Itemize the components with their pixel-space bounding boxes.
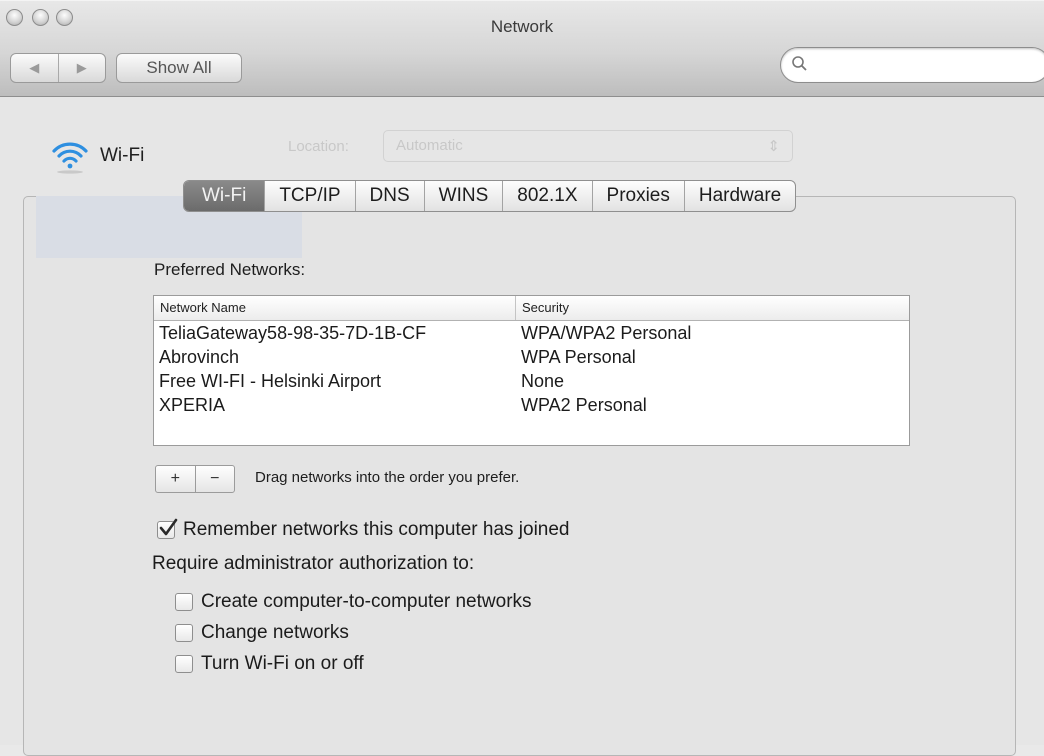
updown-arrows-icon: ⇕ <box>767 138 780 155</box>
table-row[interactable]: TeliaGateway58-98-35-7D-1B-CF WPA/WPA2 P… <box>154 321 909 345</box>
admin-option-toggle-wifi[interactable]: Turn Wi-Fi on or off <box>175 653 364 675</box>
toggle-wifi-label: Turn Wi-Fi on or off <box>201 653 364 674</box>
search-field[interactable] <box>780 47 1044 83</box>
tab-tcpip[interactable]: TCP/IP <box>264 181 354 211</box>
tab-bar: Wi-Fi TCP/IP DNS WINS 802.1X Proxies Har… <box>183 180 797 212</box>
security-cell: WPA/WPA2 Personal <box>521 322 692 343</box>
table-row[interactable]: XPERIA WPA2 Personal <box>154 393 909 417</box>
show-all-button[interactable]: Show All <box>116 53 242 83</box>
remember-networks-option[interactable]: Remember networks this computer has join… <box>157 518 570 541</box>
drag-hint-text: Drag networks into the order you prefer. <box>255 469 520 486</box>
admin-option-create-networks[interactable]: Create computer-to-computer networks <box>175 591 532 613</box>
require-admin-label: Require administrator authorization to: <box>152 553 475 574</box>
wifi-icon <box>52 142 88 174</box>
tab-proxies[interactable]: Proxies <box>591 181 684 211</box>
add-network-button[interactable]: + <box>156 466 195 492</box>
admin-option-change-networks[interactable]: Change networks <box>175 622 349 644</box>
window-toolbar: Network ◀ ▶ Show All <box>0 0 1044 97</box>
change-networks-label: Change networks <box>201 622 349 643</box>
toggle-wifi-checkbox[interactable] <box>175 655 193 673</box>
add-remove-control: + − <box>155 465 235 493</box>
column-header-network-name[interactable]: Network Name <box>154 296 516 320</box>
security-cell: WPA Personal <box>521 346 636 367</box>
remove-network-button[interactable]: − <box>194 466 235 492</box>
location-value: Automatic <box>396 137 463 154</box>
tab-wins[interactable]: WINS <box>423 181 503 211</box>
tab-wifi[interactable]: Wi-Fi <box>184 181 265 211</box>
change-networks-checkbox[interactable] <box>175 624 193 642</box>
location-label: Location: <box>288 138 349 155</box>
network-name-cell: Free WI-FI - Helsinki Airport <box>159 370 382 391</box>
chevron-left-icon: ◀ <box>29 60 40 75</box>
location-select[interactable]: Automatic ⇕ <box>383 130 793 162</box>
chevron-right-icon: ▶ <box>76 60 87 75</box>
table-row[interactable]: Free WI-FI - Helsinki Airport None <box>154 369 909 393</box>
search-icon <box>792 56 807 71</box>
back-button[interactable]: ◀ <box>11 54 58 82</box>
forward-button[interactable]: ▶ <box>57 54 106 82</box>
table-header: Network Name Security <box>154 296 909 321</box>
back-forward-control: ◀ ▶ <box>10 53 106 83</box>
table-row[interactable]: Abrovinch WPA Personal <box>154 345 909 369</box>
tab-dns[interactable]: DNS <box>354 181 424 211</box>
remember-networks-checkbox[interactable] <box>157 518 178 539</box>
service-header: Wi-Fi <box>50 136 144 176</box>
preferred-networks-table: Network Name Security TeliaGateway58-98-… <box>153 295 910 446</box>
checkmark-icon <box>159 518 178 536</box>
column-header-security[interactable]: Security <box>516 296 575 320</box>
network-name-cell: Abrovinch <box>159 346 240 367</box>
create-networks-label: Create computer-to-computer networks <box>201 591 532 612</box>
preferred-networks-label: Preferred Networks: <box>154 260 306 279</box>
remember-networks-label: Remember networks this computer has join… <box>183 519 570 540</box>
window-title: Network <box>490 17 554 36</box>
network-name-cell: XPERIA <box>159 394 226 415</box>
security-cell: WPA2 Personal <box>521 394 647 415</box>
service-name: Wi-Fi <box>100 145 145 166</box>
create-networks-checkbox[interactable] <box>175 593 193 611</box>
tab-8021x[interactable]: 802.1X <box>502 181 591 211</box>
tab-hardware[interactable]: Hardware <box>683 181 795 211</box>
security-cell: None <box>521 370 565 391</box>
network-name-cell: TeliaGateway58-98-35-7D-1B-CF <box>159 322 427 343</box>
